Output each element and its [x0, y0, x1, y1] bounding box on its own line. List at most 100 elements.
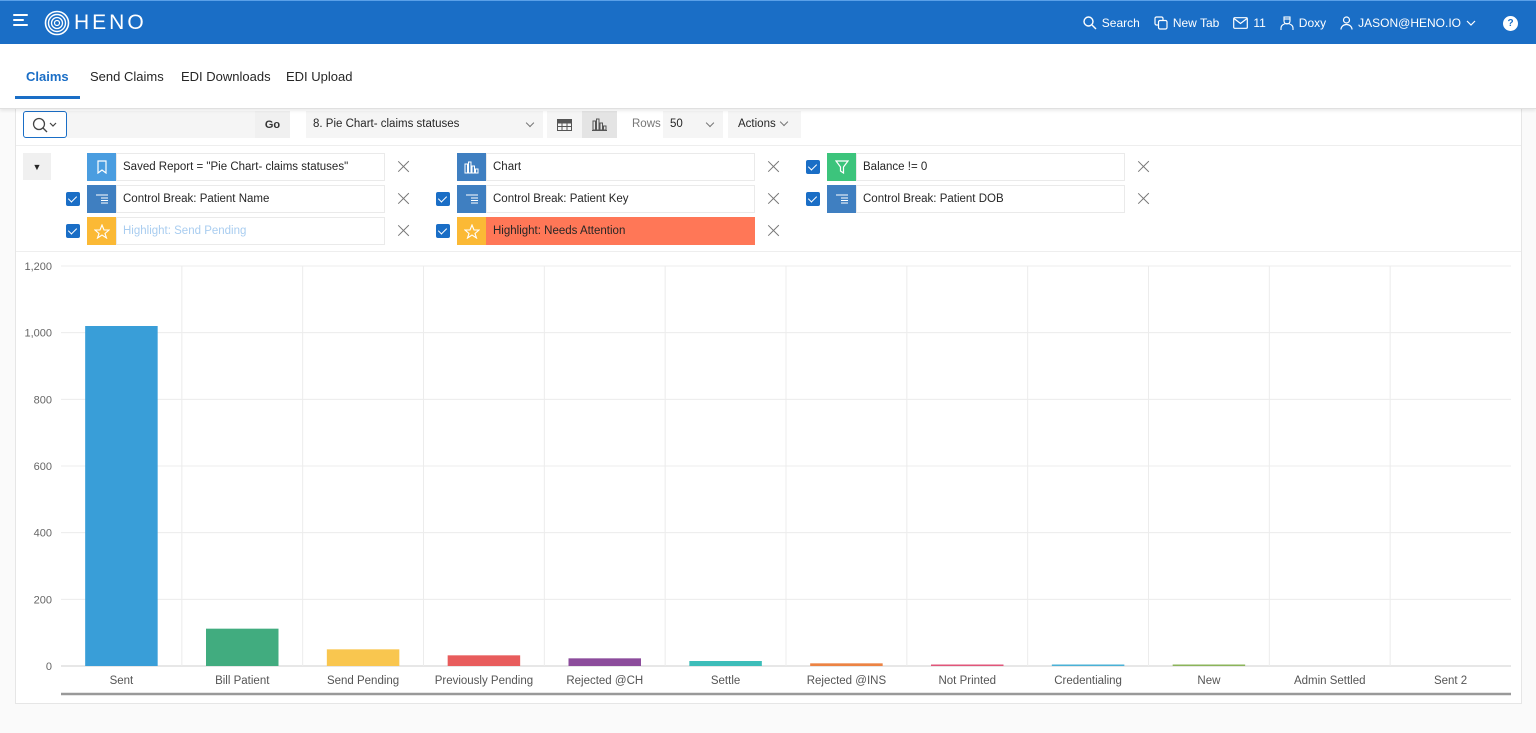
bar-chart: 0 200 400 600 800 1,000 1,200 Sent Bill Patient S… [16, 253, 1521, 703]
messages-count: 11 [1253, 16, 1266, 30]
star-icon [457, 217, 486, 245]
y-tick-label: 600 [34, 461, 52, 473]
x-tick-label: New [1197, 675, 1221, 687]
remove-filter-icon[interactable] [767, 160, 780, 173]
x-tick-label: Bill Patient [215, 675, 270, 687]
bar-bill-patient[interactable] [206, 628, 279, 666]
filter-checkbox[interactable] [66, 224, 80, 238]
interactive-report-region: Go 8. Pie Chart- claims statuses Rows 50… [15, 108, 1522, 704]
y-tick-label: 200 [34, 594, 52, 606]
user-icon [1340, 16, 1353, 30]
user-menu-button[interactable]: JASON@HENO.IO [1340, 16, 1481, 30]
x-tick-label: Previously Pending [435, 675, 533, 687]
star-icon [87, 217, 116, 245]
view-chart-button[interactable] [582, 111, 617, 138]
hamburger-menu-button[interactable] [13, 14, 31, 32]
x-tick-label: Not Printed [938, 675, 996, 687]
x-tick-label: Credentialing [1054, 675, 1122, 687]
remove-filter-icon[interactable] [767, 192, 780, 205]
filter-checkbox[interactable] [436, 192, 450, 206]
remove-filter-icon[interactable] [397, 224, 410, 237]
control-break-icon [827, 185, 856, 213]
messages-button[interactable]: 11 [1233, 16, 1266, 30]
bar-chart-icon [457, 153, 486, 181]
chevron-down-icon [525, 118, 535, 128]
control-break-icon [87, 185, 116, 213]
remove-filter-icon[interactable] [397, 192, 410, 205]
envelope-icon [1233, 17, 1249, 29]
rows-label: Rows [632, 118, 661, 130]
search-icon [1083, 16, 1097, 30]
go-button[interactable]: Go [255, 111, 290, 138]
search-column-button[interactable] [23, 111, 67, 138]
bar-chart-icon [592, 118, 607, 131]
table-icon [557, 118, 572, 131]
report-settings-area: ▼ Saved Report = "Pie Chart- claims stat… [16, 145, 1521, 252]
filter-checkbox[interactable] [806, 192, 820, 206]
heno-logo-icon [44, 10, 70, 36]
tab-claims[interactable]: Claims [15, 69, 80, 99]
bar-credentialing[interactable] [1051, 664, 1125, 667]
filter-label[interactable]: Balance != 0 [856, 153, 1125, 181]
y-tick-label: 800 [34, 394, 52, 406]
doxy-label: Doxy [1298, 16, 1327, 30]
filter-label[interactable]: Control Break: Patient Name [116, 185, 385, 213]
x-tick-label: Send Pending [327, 675, 399, 687]
x-tick-label: Sent [110, 675, 134, 687]
remove-filter-icon[interactable] [397, 160, 410, 173]
actions-menu-button[interactable]: Actions [728, 111, 801, 138]
filter-label[interactable]: Control Break: Patient DOB [856, 185, 1125, 213]
bar-not-printed[interactable] [931, 664, 1004, 667]
filter-checkbox[interactable] [806, 160, 820, 174]
search-button[interactable]: Search [1083, 16, 1140, 30]
remove-filter-icon[interactable] [767, 224, 780, 237]
chevron-down-icon [1466, 20, 1476, 26]
new-tab-icon [1154, 16, 1168, 30]
remove-filter-icon[interactable] [1137, 192, 1150, 205]
bar-previously-pending[interactable] [447, 655, 521, 666]
chevron-down-icon [779, 117, 789, 127]
bar-rejected-ins[interactable] [810, 663, 883, 666]
chevron-down-icon [705, 118, 715, 128]
tab-edi-upload[interactable]: EDI Upload [286, 69, 352, 96]
x-tick-label: Admin Settled [1294, 675, 1366, 687]
tabs-bar: Claims Send Claims EDI Downloads EDI Upl… [0, 44, 1536, 109]
new-tab-label: New Tab [1172, 16, 1220, 30]
new-tab-button[interactable]: New Tab [1154, 16, 1219, 30]
doxy-button[interactable]: Doxy [1280, 15, 1327, 31]
x-tick-label: Settle [711, 675, 740, 687]
tab-send-claims[interactable]: Send Claims [90, 69, 164, 96]
collapse-settings-button[interactable]: ▼ [23, 153, 51, 180]
help-button[interactable]: ? [1503, 15, 1518, 31]
help-icon: ? [1507, 17, 1514, 29]
y-tick-label: 1,000 [24, 328, 52, 340]
filter-checkbox[interactable] [66, 192, 80, 206]
y-tick-label: 400 [34, 528, 52, 540]
rows-per-page-select[interactable]: 50 [663, 111, 723, 138]
filter-checkbox[interactable] [436, 224, 450, 238]
app-logo[interactable]: HENO [44, 10, 147, 36]
filter-label[interactable]: Highlight: Needs Attention [486, 217, 755, 245]
filter-label[interactable]: Chart [486, 153, 755, 181]
saved-report-select[interactable]: 8. Pie Chart- claims statuses [306, 111, 543, 138]
filter-label[interactable]: Control Break: Patient Key [486, 185, 755, 213]
view-report-button[interactable] [547, 111, 582, 138]
funnel-icon [827, 153, 856, 181]
filter-label[interactable]: Highlight: Send Pending [116, 217, 385, 245]
bar-new[interactable] [1172, 664, 1246, 667]
bar-rejected-ch[interactable] [568, 658, 642, 666]
search-input[interactable] [67, 111, 255, 138]
x-tick-label: Rejected @CH [566, 675, 643, 687]
search-icon [32, 117, 57, 132]
tab-edi-downloads[interactable]: EDI Downloads [181, 69, 271, 96]
search-label: Search [1101, 16, 1140, 30]
saved-report-value: 8. Pie Chart- claims statuses [313, 118, 460, 130]
bar-send-pending[interactable] [326, 649, 400, 666]
caret-down-icon: ▼ [32, 161, 42, 172]
bar-sent[interactable] [85, 326, 158, 666]
user-label: JASON@HENO.IO [1358, 16, 1461, 30]
remove-filter-icon[interactable] [1137, 160, 1150, 173]
filter-label[interactable]: Saved Report = "Pie Chart- claims status… [116, 153, 385, 181]
bookmark-icon [87, 153, 116, 181]
bar-settle[interactable] [689, 661, 762, 666]
